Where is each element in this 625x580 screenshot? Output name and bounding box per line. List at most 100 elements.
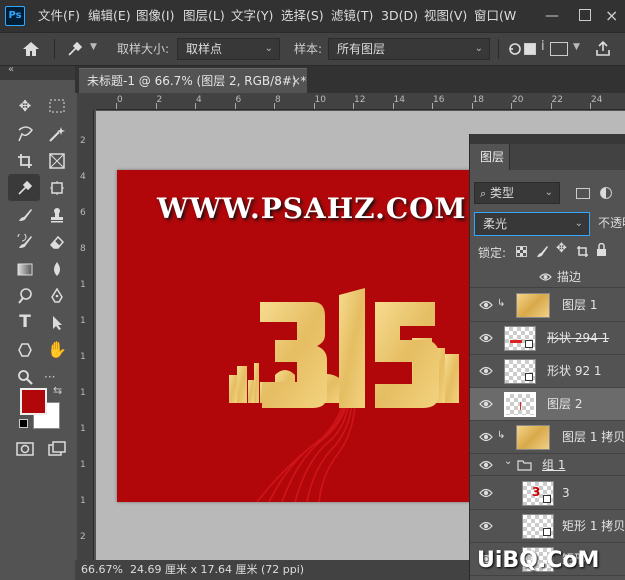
checkbox[interactable] xyxy=(524,43,536,55)
show-sampling-ring-icon[interactable] xyxy=(508,42,522,56)
type-tool-icon[interactable]: T xyxy=(10,310,40,335)
ruler-tick-label: 2 xyxy=(80,136,86,146)
eye-icon xyxy=(479,300,493,310)
effect-stroke-row[interactable]: 描边 xyxy=(470,266,625,288)
workspace-icon[interactable] xyxy=(550,42,568,56)
document-canvas[interactable]: WWW.PSAHZ.COM xyxy=(117,170,472,502)
close-tab-icon[interactable]: × xyxy=(291,69,301,93)
layer-row[interactable]: 矩形 1 拷贝 xyxy=(470,510,625,543)
zoom-tool-icon[interactable] xyxy=(10,364,40,389)
eyedropper-icon[interactable] xyxy=(10,175,40,200)
document-info[interactable]: 24.69 厘米 x 17.64 厘米 (72 ppi) xyxy=(130,560,304,580)
layer-row[interactable]: 3 3 xyxy=(470,477,625,510)
sample-size-dropdown[interactable]: 取样点 ⌄ xyxy=(177,38,280,60)
maximize-icon[interactable] xyxy=(579,9,591,21)
layers-tab[interactable]: 图层 xyxy=(470,144,510,170)
dodge-tool-icon[interactable] xyxy=(10,283,40,308)
number-315-art xyxy=(260,288,439,408)
lock-image-icon[interactable] xyxy=(536,245,548,258)
chevron-down-icon: ⌄ xyxy=(264,43,273,54)
ruler-tick-label: 8 xyxy=(275,95,281,105)
layers-panel: 图层 ⌕ 类型 ⌄ 柔光⌄ 不透明 锁定: ✥ 描边 ↳ 图层 1 形状 294… xyxy=(469,134,625,580)
sample-dropdown[interactable]: 所有图层 ⌄ xyxy=(328,38,490,60)
layer-row-selected[interactable]: 图层 2 xyxy=(470,388,625,421)
horizontal-ruler[interactable]: 0246810121416182022242 xyxy=(96,93,625,110)
menu-type[interactable]: 文字(Y) xyxy=(231,0,273,32)
layer-name: 图层 2 xyxy=(547,397,583,411)
chevron-down-icon: ⌄ xyxy=(504,456,513,467)
layer-row[interactable]: 形状 294 1 xyxy=(470,322,625,355)
crop-tool-icon[interactable] xyxy=(10,148,40,173)
info-icon: i xyxy=(541,39,545,54)
lasso-tool-icon[interactable] xyxy=(10,121,40,146)
magic-wand-icon[interactable] xyxy=(42,121,72,146)
layer-group-row[interactable]: ⌄ 组 1 xyxy=(470,454,625,476)
menu-bar: Ps 文件(F) 编辑(E) 图像(I) 图层(L) 文字(Y) 选择(S) 滤… xyxy=(0,0,625,32)
eye-icon xyxy=(539,273,552,281)
blur-tool-icon[interactable] xyxy=(42,256,72,281)
gradient-tool-icon[interactable] xyxy=(10,256,40,281)
ruler-tick xyxy=(116,103,117,109)
blend-mode-dropdown[interactable]: 柔光 ⌄ xyxy=(474,212,590,236)
close-window-icon[interactable]: × xyxy=(605,0,618,32)
ruler-tick-label: 18 xyxy=(472,95,484,105)
ruler-tick-label: 1 xyxy=(80,496,86,506)
minimize-icon[interactable]: — xyxy=(545,0,559,32)
frame-tool-icon[interactable] xyxy=(42,148,72,173)
lock-position-icon[interactable]: ✥ xyxy=(556,241,567,256)
ruler-tick xyxy=(432,103,433,109)
document-tab[interactable]: 未标题-1 @ 66.7% (图层 2, RGB/8#) * × xyxy=(79,68,307,93)
more-tools-icon[interactable]: ··· xyxy=(44,370,55,384)
brush-tool-icon[interactable] xyxy=(10,202,40,227)
menu-layer[interactable]: 图层(L) xyxy=(183,0,225,32)
lock-transparent-icon[interactable] xyxy=(516,246,527,257)
hand-tool-icon[interactable]: ✋ xyxy=(42,337,72,362)
lock-all-icon[interactable] xyxy=(596,243,607,257)
foreground-color-swatch[interactable] xyxy=(20,388,47,415)
swap-colors-icon[interactable]: ⇆ xyxy=(53,384,62,397)
layer-row[interactable]: ↳ 图层 1 拷贝 xyxy=(470,421,625,454)
menu-image[interactable]: 图像(I) xyxy=(136,0,174,32)
menu-view[interactable]: 视图(V) xyxy=(424,0,467,32)
eraser-tool-icon[interactable] xyxy=(42,229,72,254)
folder-icon xyxy=(517,460,532,471)
default-colors-icon[interactable] xyxy=(19,419,28,428)
layer-row[interactable]: ↳ 图层 1 xyxy=(470,289,625,322)
menu-3d[interactable]: 3D(D) xyxy=(381,0,418,32)
share-icon[interactable] xyxy=(594,40,612,58)
workspace-chevron-icon[interactable]: ▼ xyxy=(573,42,580,52)
screen-mode-icon[interactable] xyxy=(42,436,72,461)
ruler-tick-label: 6 xyxy=(80,208,86,218)
menu-file[interactable]: 文件(F) xyxy=(38,0,80,32)
shape-tool-icon[interactable] xyxy=(10,337,40,362)
layer-filter-dropdown[interactable]: ⌕ 类型 ⌄ xyxy=(474,182,560,204)
layer-row[interactable]: 形状 92 1 xyxy=(470,355,625,388)
ruler-tick xyxy=(590,103,591,109)
menu-select[interactable]: 选择(S) xyxy=(281,0,324,32)
lock-artboard-icon[interactable] xyxy=(576,245,589,258)
frame-select-icon[interactable] xyxy=(42,175,72,200)
zoom-level[interactable]: 66.67% xyxy=(81,560,123,580)
menu-window[interactable]: 窗口(W xyxy=(474,0,516,32)
vertical-ruler[interactable]: 2 4 6 8 1 1 1 1 1 1 1 2 xyxy=(77,110,94,560)
home-icon[interactable] xyxy=(22,41,40,57)
path-select-icon[interactable] xyxy=(42,310,72,335)
menu-filter[interactable]: 滤镜(T) xyxy=(331,0,373,32)
menu-edit[interactable]: 编辑(E) xyxy=(88,0,131,32)
image-filter-icon[interactable] xyxy=(576,188,590,199)
toolbar-collapse[interactable]: « xyxy=(0,64,75,80)
ruler-tick xyxy=(313,103,315,109)
photoshop-logo: Ps xyxy=(5,6,25,26)
ruler-tick-label: 4 xyxy=(80,172,86,182)
layer-name: 形状 294 1 xyxy=(547,331,610,345)
ruler-tick xyxy=(195,103,196,109)
marquee-tool-icon[interactable] xyxy=(42,94,72,119)
stamp-tool-icon[interactable] xyxy=(42,202,72,227)
eyedropper-tool-icon[interactable] xyxy=(66,40,84,58)
quick-mask-icon[interactable] xyxy=(10,436,40,461)
tool-preset-chevron-icon[interactable]: ▼ xyxy=(90,42,97,52)
move-tool-icon[interactable]: ✥ xyxy=(10,94,40,119)
pen-tool-icon[interactable] xyxy=(42,283,72,308)
adjustment-filter-icon[interactable] xyxy=(600,187,612,199)
history-brush-icon[interactable] xyxy=(10,229,40,254)
